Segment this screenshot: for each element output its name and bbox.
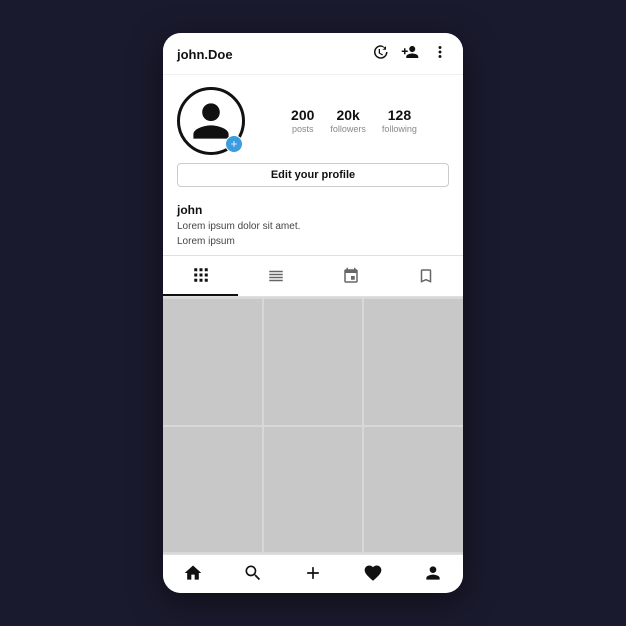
grid-item-5[interactable] <box>264 427 363 553</box>
followers-value: 20k <box>336 107 359 124</box>
tab-list[interactable] <box>238 256 313 296</box>
phone-frame: john.Doe <box>163 33 463 593</box>
followers-label: followers <box>330 124 366 135</box>
nav-home[interactable] <box>163 563 223 583</box>
tab-grid[interactable] <box>163 256 238 296</box>
more-icon[interactable] <box>431 43 449 66</box>
bio-text: Lorem ipsum dolor sit amet. Lorem ipsum <box>177 219 449 249</box>
add-person-icon[interactable] <box>401 43 419 66</box>
grid-item-4[interactable] <box>163 427 262 553</box>
nav-search[interactable] <box>223 563 283 583</box>
add-avatar-badge[interactable] <box>225 135 243 153</box>
tab-saved[interactable] <box>388 256 463 296</box>
grid-item-1[interactable] <box>163 299 262 425</box>
profile-row: 200 posts 20k followers 128 following <box>177 87 449 155</box>
following-label: following <box>382 124 417 135</box>
profile-section: 200 posts 20k followers 128 following Ed… <box>163 75 463 195</box>
bio-line-2: Lorem ipsum <box>177 234 449 249</box>
profile-name: john <box>177 203 449 217</box>
stat-following: 128 following <box>382 107 417 135</box>
grid-item-2[interactable] <box>264 299 363 425</box>
bottom-nav <box>163 554 463 593</box>
tab-tagged[interactable] <box>313 256 388 296</box>
top-bar: john.Doe <box>163 33 463 75</box>
avatar-container <box>177 87 245 155</box>
nav-add[interactable] <box>283 563 343 583</box>
nav-profile[interactable] <box>403 563 463 583</box>
history-icon[interactable] <box>371 43 389 66</box>
username: john.Doe <box>177 47 233 62</box>
bio-section: john Lorem ipsum dolor sit amet. Lorem i… <box>163 195 463 255</box>
posts-value: 200 <box>291 107 314 124</box>
stats-row: 200 posts 20k followers 128 following <box>259 107 449 135</box>
top-icons <box>371 43 449 66</box>
nav-heart[interactable] <box>343 563 403 583</box>
grid-item-6[interactable] <box>364 427 463 553</box>
posts-label: posts <box>292 124 314 135</box>
content-tabs <box>163 255 463 297</box>
following-value: 128 <box>388 107 411 124</box>
stat-followers: 20k followers <box>330 107 366 135</box>
edit-profile-button[interactable]: Edit your profile <box>177 163 449 187</box>
stat-posts: 200 posts <box>291 107 314 135</box>
grid-item-3[interactable] <box>364 299 463 425</box>
image-grid <box>163 297 463 554</box>
bio-line-1: Lorem ipsum dolor sit amet. <box>177 219 449 234</box>
